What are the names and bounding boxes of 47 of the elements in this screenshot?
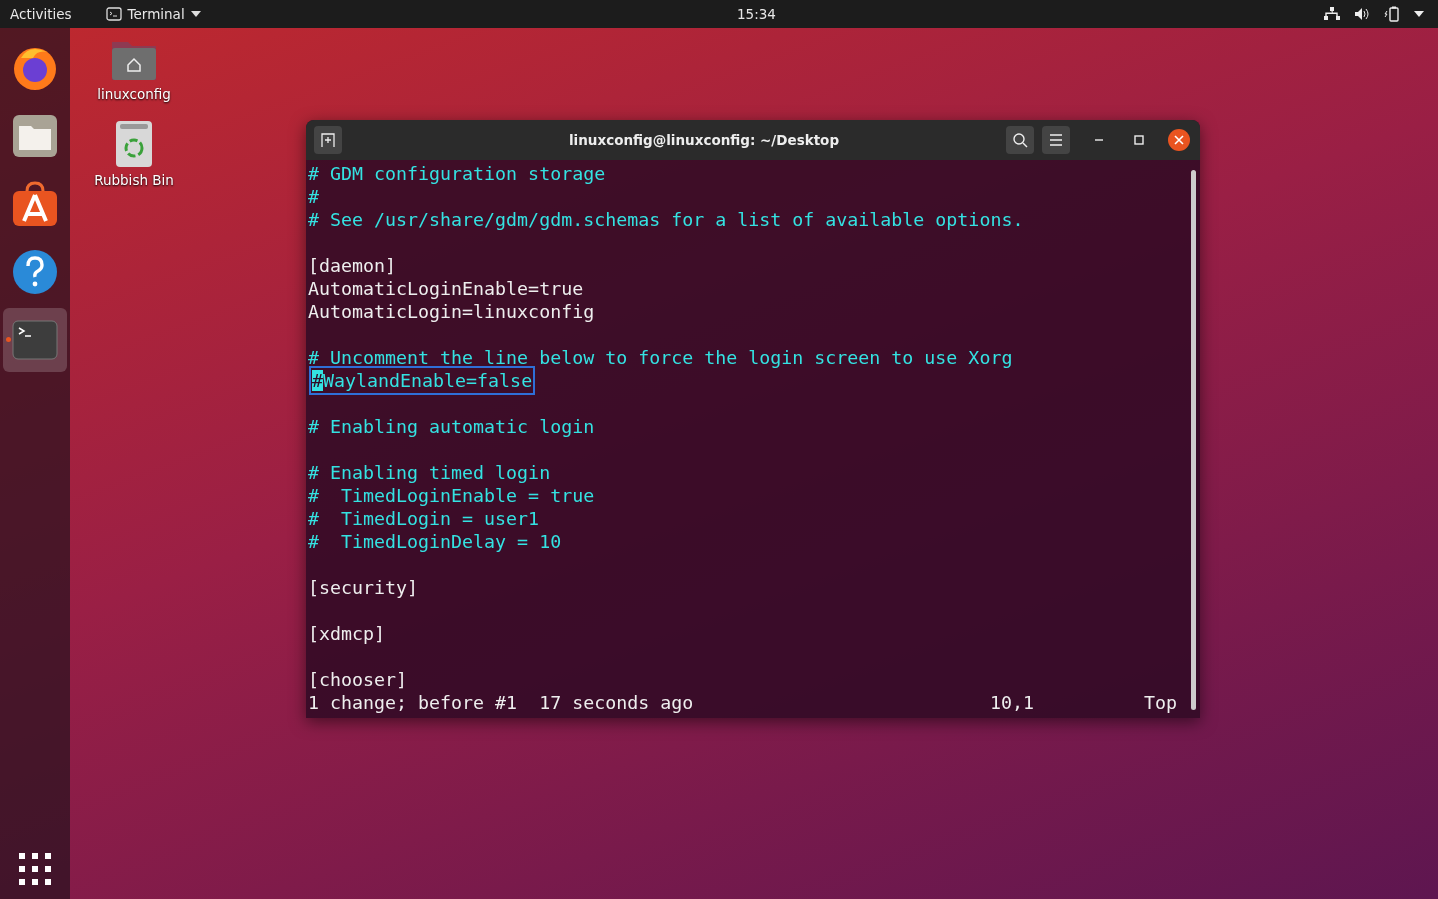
search-icon — [1012, 132, 1028, 148]
clock[interactable]: 15:34 — [737, 6, 776, 22]
running-indicator — [6, 337, 11, 342]
cursor-position: 10,1 — [989, 691, 1034, 714]
code-line: # GDM configuration storage — [308, 162, 606, 185]
scroll-position: Top — [1143, 691, 1177, 714]
battery-icon[interactable] — [1384, 6, 1400, 22]
trash-icon[interactable] — [115, 120, 153, 168]
caret-icon[interactable] — [1414, 11, 1424, 17]
desktop-icon-label[interactable]: linuxconfig — [97, 86, 171, 102]
scrollbar[interactable] — [1191, 170, 1196, 710]
caret-icon — [190, 11, 201, 17]
terminal-icon — [105, 7, 122, 21]
menu-icon — [1049, 134, 1063, 146]
code-line: # TimedLoginEnable = true — [308, 484, 595, 507]
volume-icon[interactable] — [1354, 7, 1370, 21]
status-message: 1 change; before #1 17 seconds ago — [308, 691, 694, 714]
window-title: linuxconfig@linuxconfig: ~/Desktop — [567, 132, 841, 148]
code-line: [xdmcp] — [308, 622, 386, 645]
desktop-icon-label[interactable]: Rubbish Bin — [94, 172, 174, 188]
menu-button[interactable] — [1042, 126, 1070, 154]
code-line: # — [308, 185, 319, 208]
new-tab-icon — [320, 132, 336, 148]
code-line: [daemon] — [308, 254, 397, 277]
code-line: [security] — [308, 576, 419, 599]
network-icon[interactable] — [1324, 7, 1340, 21]
code-line: # See /usr/share/gdm/gdm.schemas for a list of available options. — [308, 208, 1024, 231]
code-line: [chooser] — [308, 668, 408, 691]
activities-button[interactable]: Activities — [10, 6, 72, 22]
close-icon — [1174, 135, 1184, 145]
code-line: # TimedLogin = user1 — [308, 507, 540, 530]
code-line: AutomaticLogin=linuxconfig — [308, 300, 595, 323]
new-tab-button[interactable] — [314, 126, 342, 154]
folder-icon[interactable] — [12, 114, 58, 158]
code-line: # Uncomment the line below to force the login screen to use Xorg — [308, 346, 1013, 369]
shopping-bag-icon[interactable] — [12, 181, 58, 227]
code-line: AutomaticLoginEnable=true — [308, 277, 584, 300]
search-button[interactable] — [1006, 126, 1034, 154]
help-icon[interactable] — [12, 249, 58, 295]
code-line: # Enabling timed login — [308, 461, 551, 484]
code-line: # Enabling automatic login — [308, 415, 595, 438]
code-line: # TimedLoginDelay = 10 — [308, 530, 562, 553]
close-button[interactable] — [1168, 129, 1190, 151]
maximize-icon — [1134, 135, 1144, 145]
app-menu[interactable]: Terminal — [105, 6, 201, 22]
minimize-icon — [1094, 139, 1104, 141]
app-grid-icon[interactable] — [19, 853, 51, 885]
